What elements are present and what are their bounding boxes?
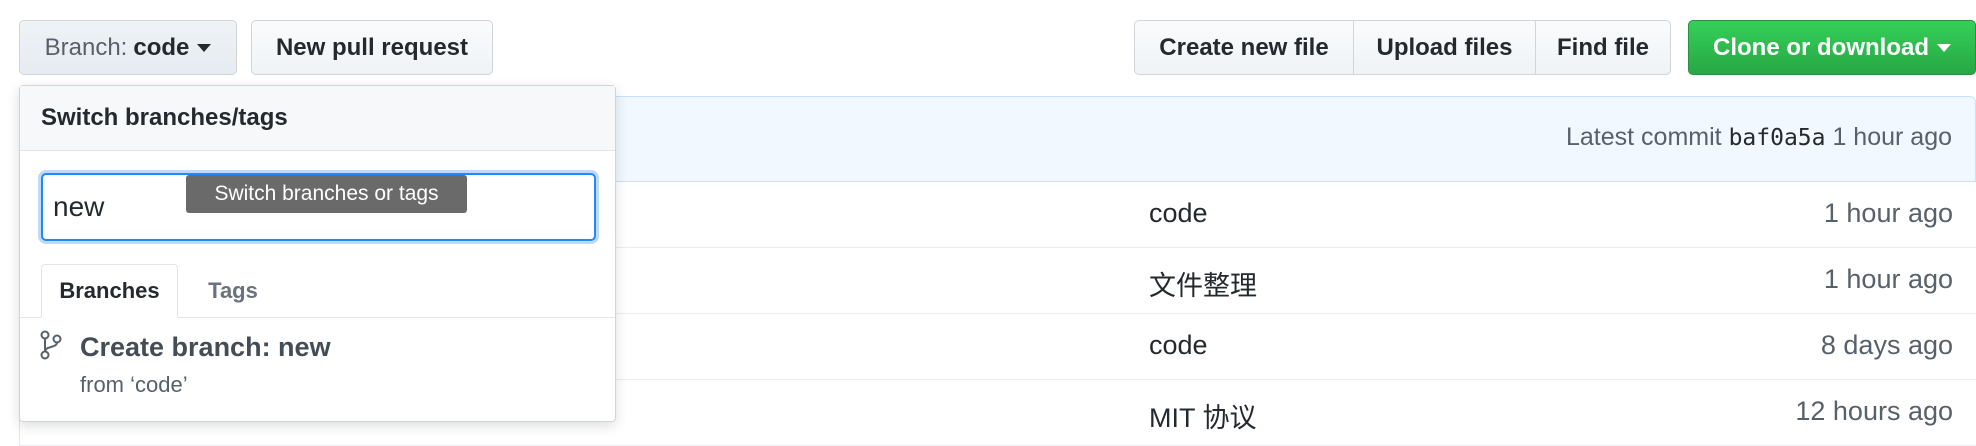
- commit-time: 1 hour ago: [1832, 123, 1952, 151]
- commit-message-link[interactable]: 文件整理: [1149, 264, 1257, 303]
- commit-age: 12 hours ago: [1795, 396, 1953, 426]
- caret-down-icon: [197, 43, 212, 52]
- branch-select-button[interactable]: Branch: code: [19, 20, 237, 75]
- branch-tag-tabs: Branches Tags: [20, 264, 615, 318]
- commit-message-link[interactable]: MIT 协议: [1149, 396, 1257, 435]
- caret-down-icon: [1937, 43, 1951, 52]
- tab-branches[interactable]: Branches: [41, 264, 178, 318]
- git-branch-icon: [40, 330, 62, 365]
- clone-or-download-button[interactable]: Clone or download: [1688, 20, 1976, 75]
- branch-prefix: Branch:: [44, 33, 128, 61]
- create-new-file-button[interactable]: Create new file: [1134, 20, 1354, 75]
- commit-message-link[interactable]: code: [1149, 198, 1208, 229]
- commit-message-link[interactable]: code: [1149, 330, 1208, 361]
- branch-name: code: [133, 33, 190, 61]
- upload-files-button[interactable]: Upload files: [1353, 20, 1536, 75]
- create-branch-source: from ‘code’: [80, 372, 188, 397]
- latest-commit-label: Latest commit: [1566, 123, 1722, 151]
- clone-or-download-label: Clone or download: [1713, 33, 1929, 61]
- create-branch-title: Create branch: new: [80, 332, 331, 362]
- tab-tags[interactable]: Tags: [198, 264, 268, 318]
- dropdown-title: Switch branches/tags: [20, 86, 615, 151]
- commit-hash-link[interactable]: baf0a5a: [1729, 125, 1826, 151]
- latest-commit-info: Latest commit baf0a5a 1 hour ago: [1566, 123, 1952, 152]
- commit-age: 1 hour ago: [1823, 264, 1953, 294]
- create-branch-item[interactable]: Create branch: new from ‘code’: [20, 318, 615, 418]
- branch-switcher-dropdown: Switch branches/tags new Switch branches…: [19, 85, 616, 422]
- new-pull-request-button[interactable]: New pull request: [251, 20, 493, 75]
- find-file-button[interactable]: Find file: [1535, 20, 1671, 75]
- filter-tooltip: Switch branches or tags: [186, 175, 467, 213]
- commit-age: 8 days ago: [1820, 330, 1953, 360]
- commit-age: 1 hour ago: [1823, 198, 1953, 228]
